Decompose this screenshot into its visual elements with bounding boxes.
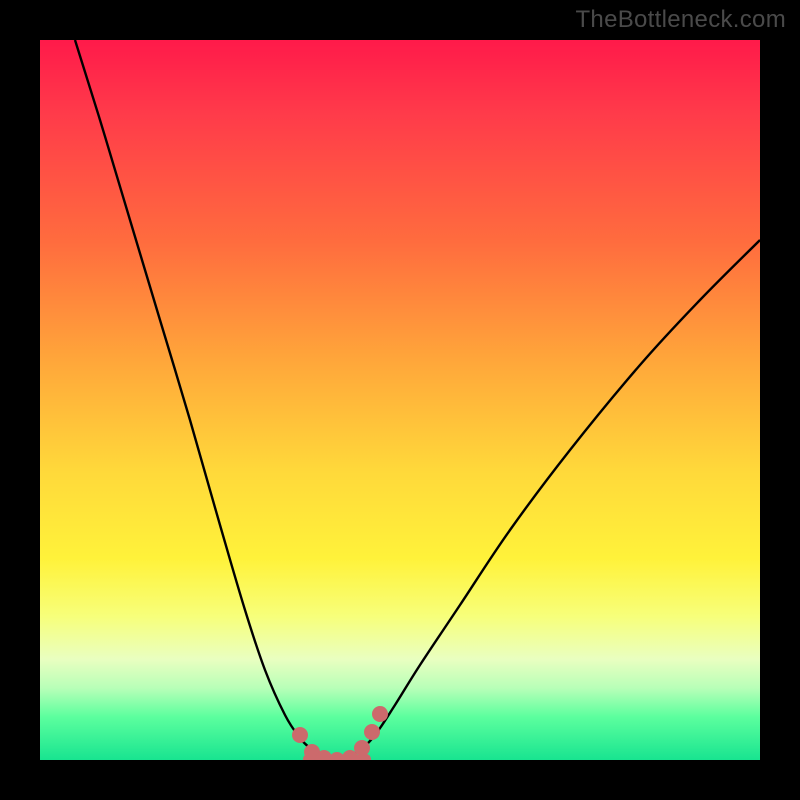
plot-area [40,40,760,760]
valley-marker-dot [372,706,388,722]
valley-marker-dot [354,740,370,756]
watermark-text: TheBottleneck.com [575,6,786,34]
left-curve [75,40,328,758]
curve-canvas [40,40,760,760]
valley-markers [292,706,388,760]
valley-marker-dot [292,727,308,743]
valley-marker-dot [364,724,380,740]
right-curve [346,240,760,758]
chart-frame: TheBottleneck.com [0,0,800,800]
